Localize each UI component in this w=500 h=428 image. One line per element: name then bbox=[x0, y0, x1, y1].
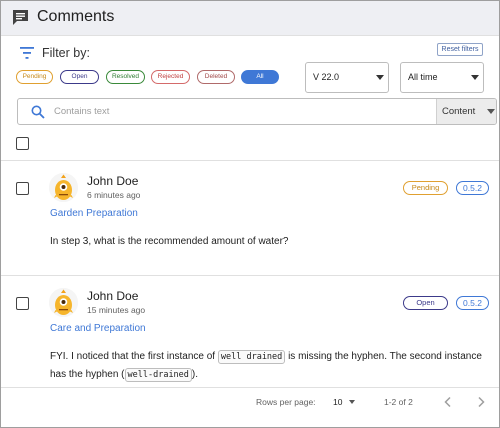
filter-chip-open[interactable]: Open bbox=[60, 70, 99, 84]
version-badge: 0.5.2 bbox=[456, 296, 489, 310]
select-all-checkbox[interactable] bbox=[16, 137, 29, 150]
comment-body-text: ). bbox=[191, 369, 199, 380]
status-badge: Open bbox=[403, 296, 448, 310]
chevron-left-icon[interactable] bbox=[443, 396, 453, 408]
version-select[interactable]: V 22.0 bbox=[305, 62, 389, 93]
filter-icon[interactable] bbox=[20, 47, 34, 59]
rows-per-page-label: Rows per page: bbox=[256, 397, 316, 407]
version-select-value: V 22.0 bbox=[313, 72, 340, 82]
chevron-right-icon[interactable] bbox=[476, 396, 486, 408]
rows-per-page-select[interactable]: 10 bbox=[333, 397, 342, 407]
comment-author: John Doe bbox=[87, 289, 139, 303]
comment-time: 15 minutes ago bbox=[87, 305, 146, 315]
filter-chip-rejected[interactable]: Rejected bbox=[151, 70, 190, 84]
comment-topic-link[interactable]: Garden Preparation bbox=[50, 208, 138, 219]
time-range-select[interactable]: All time bbox=[400, 62, 484, 93]
comment-icon bbox=[13, 10, 28, 25]
chevron-down-icon bbox=[487, 109, 495, 114]
chevron-down-icon bbox=[376, 75, 384, 80]
comment-checkbox[interactable] bbox=[16, 297, 29, 310]
inline-code: well-drained bbox=[124, 368, 192, 382]
avatar bbox=[49, 173, 78, 202]
search-field[interactable]: Contains text Content bbox=[17, 98, 497, 125]
comment-checkbox[interactable] bbox=[16, 182, 29, 195]
filter-chip-deleted[interactable]: Deleted bbox=[197, 70, 235, 84]
comment-body: FYI. I noticed that the first instance o… bbox=[50, 348, 490, 384]
chevron-down-icon[interactable] bbox=[349, 400, 355, 404]
search-scope-value: Content bbox=[442, 106, 476, 117]
comment-item: John Doe 6 minutes ago Garden Preparatio… bbox=[1, 161, 499, 275]
search-input[interactable]: Contains text bbox=[54, 106, 109, 117]
search-icon bbox=[31, 105, 45, 119]
monster-avatar-icon bbox=[49, 288, 78, 317]
pagination-range: 1-2 of 2 bbox=[384, 397, 413, 407]
comment-author: John Doe bbox=[87, 174, 139, 188]
filter-chip-all[interactable]: All bbox=[241, 70, 279, 84]
status-badge: Pending bbox=[403, 181, 448, 195]
comments-panel: Comments Filter by: Reset filters Pendin… bbox=[0, 0, 500, 428]
filter-label: Filter by: bbox=[42, 46, 90, 60]
header-bar: Comments bbox=[1, 1, 499, 36]
comment-topic-link[interactable]: Care and Preparation bbox=[50, 323, 146, 334]
inline-code: well drained bbox=[217, 350, 286, 364]
chevron-down-icon bbox=[471, 75, 479, 80]
comment-time: 6 minutes ago bbox=[87, 190, 141, 200]
version-badge: 0.5.2 bbox=[456, 181, 489, 195]
avatar bbox=[49, 288, 78, 317]
comment-item: John Doe 15 minutes ago Care and Prepara… bbox=[1, 276, 499, 387]
monster-avatar-icon bbox=[49, 173, 78, 202]
comment-body-text: FYI. I noticed that the first instance o… bbox=[50, 351, 218, 362]
search-scope-select[interactable]: Content bbox=[436, 99, 496, 124]
reset-filters-button[interactable]: Reset filters bbox=[437, 43, 483, 56]
filter-chip-pending[interactable]: Pending bbox=[16, 70, 53, 84]
page-title: Comments bbox=[37, 8, 115, 25]
time-range-select-value: All time bbox=[408, 72, 438, 82]
comment-body: In step 3, what is the recommended amoun… bbox=[50, 236, 289, 247]
divider bbox=[1, 387, 499, 388]
filter-chip-resolved[interactable]: Resolved bbox=[106, 70, 145, 84]
